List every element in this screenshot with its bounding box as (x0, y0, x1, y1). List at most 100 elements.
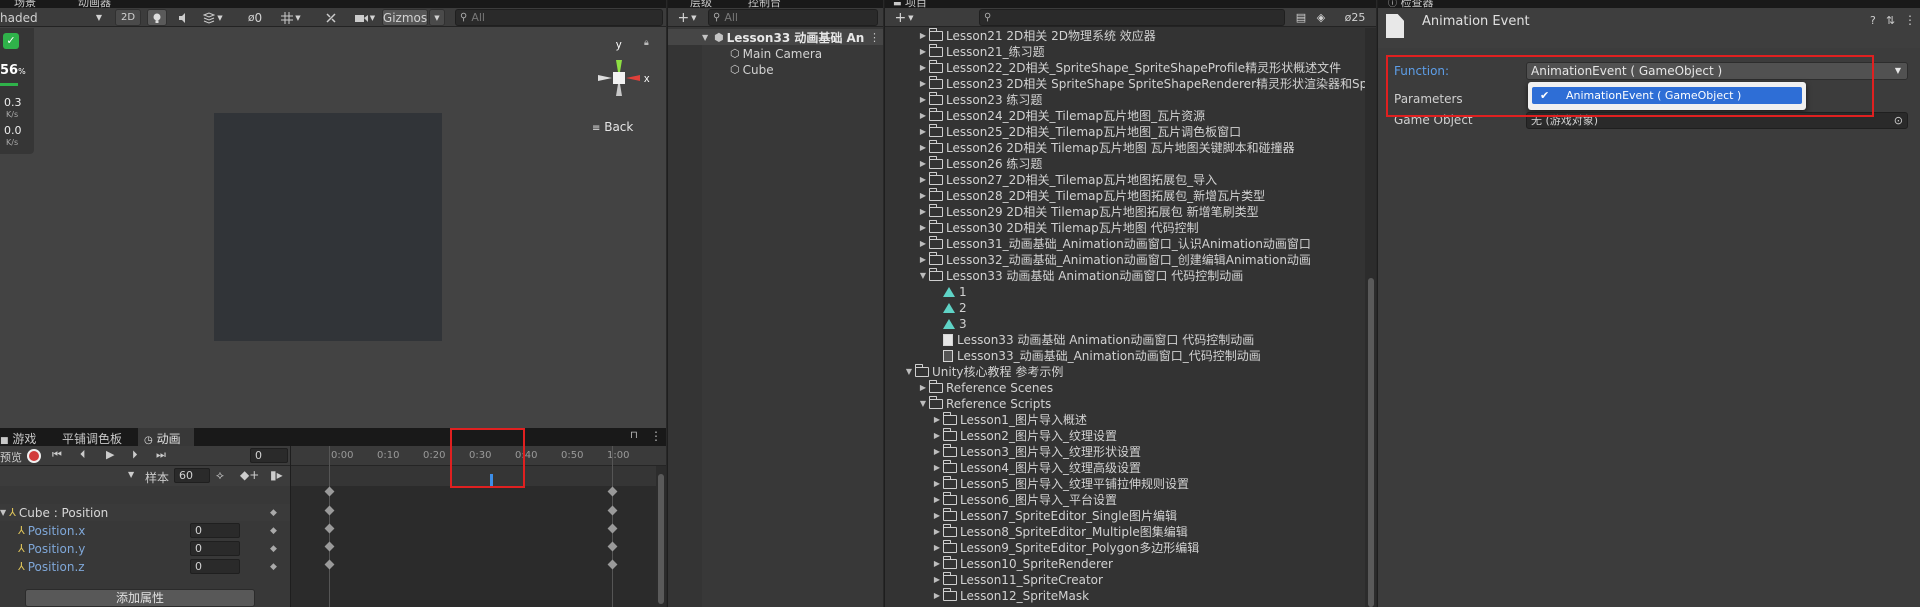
clip-dropdown-icon[interactable]: ▼ (128, 470, 134, 479)
keyframe[interactable] (324, 523, 335, 534)
project-item[interactable]: Lesson33_动画基础_Animation动画窗口_代码控制动画 (931, 348, 1261, 364)
keyframe[interactable] (324, 541, 335, 552)
project-item[interactable]: ▶ Lesson27_2D相关_Tilemap瓦片地图拓展包_导入 (917, 172, 1217, 188)
scroll-thumb[interactable] (1368, 278, 1374, 607)
project-item[interactable]: ▶ Lesson3_图片导入_纹理形状设置 (931, 444, 1141, 460)
next-keyframe-icon[interactable]: ⏵ (132, 448, 138, 462)
expand-arrow-icon[interactable]: ▶ (917, 220, 929, 236)
tab-project[interactable]: ▬ 项目 (893, 0, 927, 9)
project-item[interactable]: ▶ Lesson24_2D相关_Tilemap瓦片地图_瓦片资源 (917, 108, 1205, 124)
project-item[interactable]: ▶ Lesson9_SpriteEditor_Polygon多边形编辑 (931, 540, 1199, 556)
gizmos-dropdown-icon[interactable]: ▼ (429, 9, 445, 26)
tab-tile-palette[interactable]: 平铺调色板 (62, 430, 122, 447)
expand-arrow-icon[interactable]: ▶ (917, 28, 929, 44)
effects-icon[interactable]: ▼ (200, 9, 226, 26)
project-item[interactable]: ▶ Lesson2_图片导入_纹理设置 (931, 428, 1117, 444)
project-item[interactable]: ▶ Lesson21 2D相关 2D物理系统 效应器 (917, 28, 1156, 44)
tab-inspector[interactable]: ⓘ 检查器 (1388, 0, 1434, 9)
help-icon[interactable]: ? (1870, 14, 1876, 27)
scroll-thumb[interactable] (658, 474, 664, 604)
lock-icon[interactable]: ⊓ (630, 430, 638, 441)
play-icon[interactable]: ▶ (106, 448, 114, 461)
scene-row[interactable]: ▼ ⬢ Lesson33 动画基础 An ⋮ (668, 29, 883, 45)
expand-arrow-icon[interactable]: ▶ (931, 572, 943, 588)
more-menu-icon[interactable]: ⋮ (869, 31, 880, 44)
2d-toggle[interactable]: 2D (115, 9, 141, 26)
project-item[interactable]: ▼ Lesson33 动画基础 Animation动画窗口 代码控制动画 (917, 268, 1243, 284)
tab-hierarchy[interactable]: 层级 (690, 0, 712, 9)
scene-viewport[interactable]: ✓ 56% 0.3 K/s 0.0 K/s y x 🔒︎ ≡ Back (0, 28, 666, 430)
object-picker-icon[interactable]: ⊙ (1894, 113, 1903, 128)
hidden-packages-counter[interactable]: ø 25 (1335, 9, 1375, 26)
hidden-objects-counter[interactable]: ø 0 (240, 9, 270, 26)
preset-icon[interactable]: ⇅ (1886, 14, 1895, 27)
sample-input[interactable]: 60 (174, 468, 210, 483)
tab-console[interactable]: 控制台 (748, 0, 781, 9)
expand-arrow-icon[interactable]: ▶ (917, 236, 929, 252)
tools-icon[interactable] (322, 9, 340, 26)
project-item[interactable]: ▶ Lesson31_动画基础_Animation动画窗口_认识Animation… (917, 236, 1311, 252)
track-position-x[interactable]: ⅄ Position.x 0 ◆ (0, 522, 290, 539)
expand-arrow-icon[interactable]: ▶ (931, 508, 943, 524)
expand-arrow-icon[interactable]: ▶ (917, 108, 929, 124)
tab-game[interactable]: ■ 游戏 (0, 430, 36, 447)
expand-arrow-icon[interactable]: ▶ (917, 124, 929, 140)
expand-arrow-icon[interactable]: ▶ (917, 156, 929, 172)
expand-arrow-icon[interactable]: ▶ (931, 444, 943, 460)
expand-arrow-icon[interactable]: ▶ (931, 492, 943, 508)
audio-icon[interactable] (176, 9, 192, 26)
add-property-button[interactable]: 添加属性 (25, 589, 255, 607)
project-item[interactable]: ▶ Lesson7_SpriteEditor_Single图片编辑 (931, 508, 1177, 524)
project-item[interactable]: ▶ Lesson11_SpriteCreator (931, 572, 1103, 588)
more-menu-icon[interactable]: ⋮ (650, 429, 662, 443)
project-item[interactable]: ▶ Lesson1_图片导入概述 (931, 412, 1087, 428)
expand-arrow-icon[interactable]: ▶ (931, 460, 943, 476)
project-item[interactable]: ▶ Lesson10_SpriteRenderer (931, 556, 1113, 572)
expand-arrow-icon[interactable]: ▶ (917, 252, 929, 268)
project-item[interactable]: ▶ Lesson6_图片导入_平台设置 (931, 492, 1117, 508)
expand-arrow-icon[interactable]: ▶ (917, 92, 929, 108)
keyframe[interactable] (324, 505, 335, 516)
expand-arrow-icon[interactable]: ▶ (917, 60, 929, 76)
lighting-toggle-icon[interactable] (147, 9, 167, 26)
gizmos-button[interactable]: Gizmos (382, 9, 428, 26)
keyframe[interactable] (324, 559, 335, 570)
project-item[interactable]: ▶ Lesson26 练习题 (917, 156, 1042, 172)
tab-animator[interactable]: 动画器 (78, 0, 111, 9)
track-value-input[interactable]: 0 (190, 541, 240, 556)
track-key-icon[interactable]: ◆ (270, 562, 277, 572)
keyframe[interactable] (324, 486, 335, 497)
expand-arrow-icon[interactable]: ▶ (931, 524, 943, 540)
scene-search-input[interactable]: ⚲ All (455, 9, 663, 26)
track-key-icon[interactable]: ◆ (270, 544, 277, 554)
cube-preview[interactable] (214, 113, 442, 341)
project-item[interactable]: ▶ Lesson8_SpriteEditor_Multiple图集编辑 (931, 524, 1188, 540)
expand-arrow-icon[interactable]: ▶ (917, 140, 929, 156)
collapse-arrow-icon[interactable]: ▼ (903, 364, 915, 380)
project-item[interactable]: ▶ Lesson26 2D相关 Tilemap瓦片地图 瓦片地图关键脚本和碰撞器 (917, 140, 1295, 156)
orientation-gizmo[interactable]: y x (584, 38, 654, 118)
last-keyframe-icon[interactable]: ⏭ (156, 448, 166, 462)
project-item[interactable]: ▶ Lesson12_SpriteMask (931, 588, 1089, 604)
tab-animation[interactable]: ◷ 动画 (138, 428, 194, 446)
project-item[interactable]: Lesson33 动画基础 Animation动画窗口 代码控制动画 (931, 332, 1254, 348)
project-item[interactable]: ▶ Lesson5_图片导入_纹理平铺拉伸规则设置 (931, 476, 1189, 492)
hierarchy-search-input[interactable]: ⚲ All (708, 9, 878, 26)
hierarchy-item[interactable]: ⬡ Cube (730, 62, 774, 78)
filter-label-icon[interactable]: ◈ (1313, 9, 1329, 26)
collapse-arrow-icon[interactable]: ▼ (917, 268, 929, 284)
grid-icon[interactable]: ▼ (278, 9, 304, 26)
expand-arrow-icon[interactable]: ▼ (702, 33, 714, 42)
track-value-input[interactable]: 0 (190, 523, 240, 538)
expand-arrow-icon[interactable]: ▶ (917, 44, 929, 60)
expand-arrow-icon[interactable]: ▶ (917, 380, 929, 396)
project-item[interactable]: 3 (931, 316, 967, 332)
expand-arrow-icon[interactable]: ▶ (931, 476, 943, 492)
add-event-icon[interactable]: ▮▸ (270, 468, 283, 482)
record-button[interactable] (27, 449, 41, 463)
filter-type-icon[interactable]: ▤ (1293, 9, 1309, 26)
keyframe[interactable] (607, 559, 618, 570)
frame-input[interactable]: 0 (250, 448, 288, 463)
expand-arrow-icon[interactable]: ▶ (917, 204, 929, 220)
project-item[interactable]: ▶ Lesson4_图片导入_纹理高级设置 (931, 460, 1141, 476)
